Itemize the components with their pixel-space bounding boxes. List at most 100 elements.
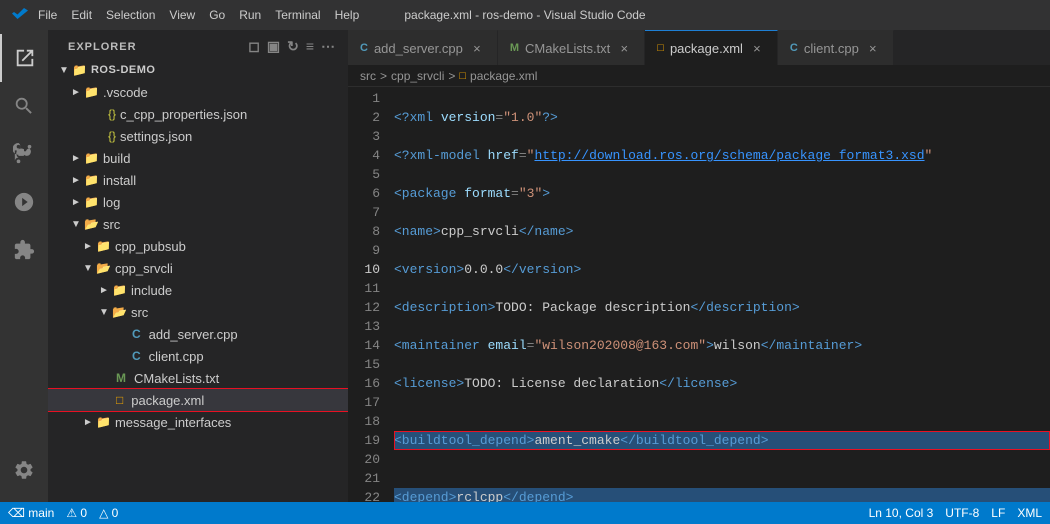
tab-add-server[interactable]: C add_server.cpp × (348, 30, 498, 65)
tab-close-icon[interactable]: × (865, 40, 881, 56)
tree-item-src[interactable]: ▼ 📂 src (48, 213, 348, 235)
tree-item-src-nested[interactable]: ▼ 📂 src (48, 301, 348, 323)
menu-edit[interactable]: Edit (71, 8, 92, 22)
chevron-down-icon: ▼ (96, 307, 112, 318)
folder-icon: 📁 (72, 63, 87, 77)
code-line-6: <description>TODO: Package description</… (394, 298, 1050, 317)
tab-close-icon[interactable]: × (749, 40, 765, 56)
code-line-4: <name>cpp_srvcli</name> (394, 222, 1050, 241)
activity-run[interactable] (0, 178, 48, 226)
menu-selection[interactable]: Selection (106, 8, 155, 22)
vscode-logo (12, 7, 28, 23)
tree-item-install[interactable]: ► 📁 install (48, 169, 348, 191)
chevron-right-icon: ► (80, 241, 96, 252)
tab-cmakelists[interactable]: M CMakeLists.txt × (498, 30, 645, 65)
tree-item-client[interactable]: ► C client.cpp (48, 345, 348, 367)
sidebar: Explorer ◻ ▣ ↻ ≡ ⋯ ▼ 📁 ROS-DEMO ► 📁 .vsc… (48, 30, 348, 502)
cursor-position[interactable]: Ln 10, Col 3 (869, 506, 934, 520)
line-numbers: 12345 6789 10 1112131415 1617181920 2122… (348, 87, 390, 502)
encoding[interactable]: UTF-8 (945, 506, 979, 520)
cmake-icon: M (116, 371, 126, 385)
cpp-icon: C (132, 327, 141, 341)
breadcrumb-src[interactable]: src (360, 69, 376, 83)
folder-icon: 📁 (112, 283, 127, 297)
tree-label: c_cpp_properties.json (120, 107, 247, 122)
folder-open-icon: 📂 (84, 217, 99, 231)
tree-item-build[interactable]: ► 📁 build (48, 147, 348, 169)
window-title: package.xml - ros-demo - Visual Studio C… (404, 8, 645, 22)
breadcrumb-package-xml[interactable]: package.xml (470, 69, 537, 83)
cmake-file-icon: M (510, 42, 519, 54)
activity-bar (0, 30, 48, 502)
chevron-right-icon: ► (68, 175, 84, 186)
menu-file[interactable]: File (38, 8, 57, 22)
chevron-right-icon: ► (68, 153, 84, 164)
tree-label: src (131, 305, 148, 320)
git-branch[interactable]: ⌫ main (8, 506, 54, 520)
chevron-right-icon: ► (68, 197, 84, 208)
cpp-file-icon: C (360, 42, 368, 54)
activity-explorer[interactable] (0, 34, 48, 82)
error-count[interactable]: ⚠ 0 (66, 506, 87, 520)
sidebar-header-actions[interactable]: ◻ ▣ ↻ ≡ ⋯ (248, 38, 336, 55)
explorer-title: Explorer (68, 41, 137, 53)
activity-settings[interactable] (0, 446, 48, 494)
breadcrumb-sep1: > (380, 69, 387, 83)
tree-item-c-cpp-props[interactable]: ► {} c_cpp_properties.json (48, 103, 348, 125)
more-actions-icon[interactable]: ⋯ (321, 38, 336, 55)
status-bar: ⌫ main ⚠ 0 △ 0 Ln 10, Col 3 UTF-8 LF XML (0, 502, 1050, 524)
tab-client[interactable]: C client.cpp × (778, 30, 894, 65)
breadcrumb-cpp-srvcli[interactable]: cpp_srvcli (391, 69, 444, 83)
code-editor[interactable]: 12345 6789 10 1112131415 1617181920 2122… (348, 87, 1050, 502)
activity-extensions[interactable] (0, 226, 48, 274)
menu-go[interactable]: Go (209, 8, 225, 22)
tree-item-ros-demo[interactable]: ▼ 📁 ROS-DEMO (48, 59, 348, 81)
menu-terminal[interactable]: Terminal (275, 8, 320, 22)
tree-label: ROS-DEMO (91, 64, 156, 76)
status-bar-right: Ln 10, Col 3 UTF-8 LF XML (869, 506, 1042, 520)
tree-label: client.cpp (149, 349, 204, 364)
chevron-right-icon: ► (96, 285, 112, 296)
tree-item-vscode[interactable]: ► 📁 .vscode (48, 81, 348, 103)
tree-item-message-interfaces[interactable]: ► 📁 message_interfaces (48, 411, 348, 433)
code-line-12: <depend>rclcpp</depend> (394, 488, 1050, 502)
folder-icon: 📁 (84, 85, 99, 99)
folder-open-icon: 📂 (112, 305, 127, 319)
menu-run[interactable]: Run (239, 8, 261, 22)
code-line-1: <?xml version="1.0"?> (394, 108, 1050, 127)
folder-icon: 📁 (96, 239, 111, 253)
tabs-bar: C add_server.cpp × M CMakeLists.txt × □ … (348, 30, 1050, 65)
refresh-icon[interactable]: ↻ (287, 38, 300, 55)
warning-count[interactable]: △ 0 (99, 506, 118, 520)
tree-item-cmakelists[interactable]: ► M CMakeLists.txt (48, 367, 348, 389)
new-folder-icon[interactable]: ▣ (267, 38, 281, 55)
activity-source-control[interactable] (0, 130, 48, 178)
tree-label: add_server.cpp (149, 327, 238, 342)
folder-icon: 📁 (84, 195, 99, 209)
tree-item-log[interactable]: ► 📁 log (48, 191, 348, 213)
code-line-8: <license>TODO: License declaration</lice… (394, 374, 1050, 393)
tree-label: log (103, 195, 120, 210)
line-ending[interactable]: LF (991, 506, 1005, 520)
code-line-7: <maintainer email="wilson202008@163.com"… (394, 336, 1050, 355)
tab-package-xml[interactable]: □ package.xml × (645, 30, 778, 65)
tree-item-cpp-srvcli[interactable]: ▼ 📂 cpp_srvcli (48, 257, 348, 279)
menu-view[interactable]: View (169, 8, 195, 22)
menu-help[interactable]: Help (335, 8, 360, 22)
tab-label: add_server.cpp (374, 41, 463, 56)
collapse-icon[interactable]: ≡ (306, 38, 315, 55)
tree-item-package-xml[interactable]: ► □ package.xml (48, 389, 348, 411)
tab-label: CMakeLists.txt (525, 41, 610, 56)
tree-item-cpp-pubsub[interactable]: ► 📁 cpp_pubsub (48, 235, 348, 257)
tree-item-add-server[interactable]: ► C add_server.cpp (48, 323, 348, 345)
tab-close-icon[interactable]: × (616, 40, 632, 56)
tab-close-icon[interactable]: × (469, 40, 485, 56)
editor-area: C add_server.cpp × M CMakeLists.txt × □ … (348, 30, 1050, 502)
tree-item-settings[interactable]: ► {} settings.json (48, 125, 348, 147)
activity-search[interactable] (0, 82, 48, 130)
new-file-icon[interactable]: ◻ (248, 38, 261, 55)
tree-item-include[interactable]: ► 📁 include (48, 279, 348, 301)
menu-bar[interactable]: File Edit Selection View Go Run Terminal… (38, 8, 359, 22)
language[interactable]: XML (1017, 506, 1042, 520)
tree-label: .vscode (103, 85, 148, 100)
